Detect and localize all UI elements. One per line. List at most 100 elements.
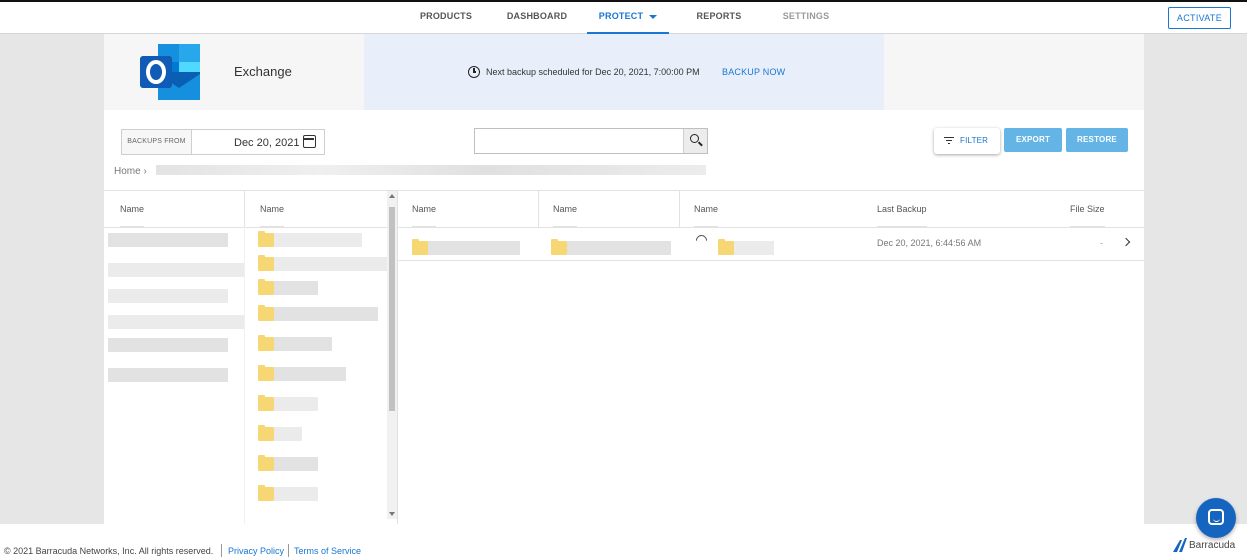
chat-support-button[interactable] bbox=[1196, 498, 1236, 538]
scroll-down-arrow-icon[interactable] bbox=[389, 512, 395, 516]
scroll-thumb[interactable] bbox=[389, 207, 395, 411]
list-item[interactable] bbox=[428, 241, 520, 255]
barracuda-mark-icon bbox=[1173, 538, 1187, 552]
column-header-last-backup[interactable]: Last Backup bbox=[877, 191, 927, 227]
scroll-up-arrow-icon[interactable] bbox=[389, 194, 395, 198]
column-divider bbox=[538, 191, 539, 227]
list-item[interactable] bbox=[108, 368, 228, 382]
app-name: Exchange bbox=[234, 64, 292, 79]
file-browser: Name Name Name Name Name Last Backup Fil… bbox=[104, 190, 1144, 525]
filter-label: FILTER bbox=[960, 136, 989, 145]
nav-settings[interactable]: SETTINGS bbox=[770, 2, 842, 34]
nav-settings-label: SETTINGS bbox=[782, 11, 830, 21]
barracuda-logo: Barracuda bbox=[1173, 538, 1247, 554]
folder-icon bbox=[258, 335, 274, 351]
app-header: Exchange Next backup scheduled for Dec 2… bbox=[104, 34, 1144, 110]
folder-icon bbox=[718, 239, 734, 255]
header-divider bbox=[104, 227, 1144, 228]
activate-button[interactable]: ACTIVATE bbox=[1167, 7, 1231, 29]
search-input[interactable] bbox=[474, 128, 708, 154]
search-button[interactable] bbox=[683, 129, 707, 153]
restore-button[interactable]: RESTORE bbox=[1066, 128, 1128, 152]
backups-from-date-picker[interactable]: BACKUPS FROM Dec 20, 2021 bbox=[121, 129, 325, 155]
folder-icon bbox=[412, 239, 428, 255]
backups-from-label: BACKUPS FROM bbox=[122, 130, 192, 154]
file-size-value: - bbox=[1100, 238, 1103, 248]
backup-schedule-text: Next backup scheduled for Dec 20, 2021, … bbox=[486, 67, 700, 77]
folder-icon bbox=[258, 305, 274, 321]
list-item[interactable] bbox=[274, 487, 318, 501]
footer-divider bbox=[221, 544, 222, 557]
column-divider bbox=[244, 227, 245, 525]
scrollbar[interactable] bbox=[387, 191, 397, 519]
list-item[interactable] bbox=[274, 307, 378, 321]
brand-name: Barracuda bbox=[1189, 540, 1236, 551]
folder-icon bbox=[551, 239, 567, 255]
column-header-name-5[interactable]: Name bbox=[694, 191, 719, 227]
folder-icon bbox=[258, 395, 274, 411]
backup-now-link[interactable]: BACKUP NOW bbox=[722, 67, 785, 77]
breadcrumb-home[interactable]: Home bbox=[114, 166, 141, 177]
list-item[interactable] bbox=[734, 241, 774, 255]
footer: © 2021 Barracuda Networks, Inc. All righ… bbox=[0, 524, 1247, 560]
list-item[interactable] bbox=[274, 397, 318, 411]
nav-products-label: PRODUCTS bbox=[419, 11, 473, 21]
column-header-name-1[interactable]: Name bbox=[120, 191, 145, 227]
last-backup-value: Dec 20, 2021, 6:44:56 AM bbox=[877, 238, 982, 248]
list-item[interactable] bbox=[108, 315, 244, 329]
top-navigation-bar: PRODUCTS DASHBOARD PROTECT REPORTS SETTI… bbox=[0, 0, 1247, 34]
column-header-name-4[interactable]: Name bbox=[553, 191, 578, 227]
footer-divider bbox=[288, 544, 289, 557]
list-item[interactable] bbox=[274, 257, 394, 271]
nav-reports-label: REPORTS bbox=[696, 11, 742, 21]
folder-icon bbox=[258, 485, 274, 501]
list-item[interactable] bbox=[274, 367, 346, 381]
list-item[interactable] bbox=[274, 337, 332, 351]
nav-reports[interactable]: REPORTS bbox=[684, 2, 754, 34]
list-item[interactable] bbox=[108, 338, 228, 352]
column-header-file-size[interactable]: File Size bbox=[1070, 191, 1105, 227]
filter-button[interactable]: FILTER bbox=[934, 128, 1000, 154]
list-item[interactable] bbox=[274, 233, 362, 247]
loading-spinner-icon bbox=[693, 232, 710, 249]
nav-protect-label: PROTECT bbox=[598, 11, 644, 21]
privacy-policy-link[interactable]: Privacy Policy bbox=[228, 546, 284, 556]
list-item[interactable] bbox=[108, 233, 228, 247]
list-item[interactable] bbox=[567, 241, 671, 255]
caret-down-icon bbox=[649, 14, 658, 19]
clock-icon bbox=[468, 66, 480, 78]
list-item[interactable] bbox=[274, 281, 318, 295]
folder-icon bbox=[258, 255, 274, 271]
list-item[interactable] bbox=[274, 457, 318, 471]
list-item[interactable] bbox=[274, 427, 302, 441]
column-header-name-2[interactable]: Name bbox=[260, 191, 285, 227]
calendar-icon[interactable] bbox=[303, 135, 316, 148]
column-divider bbox=[679, 191, 680, 227]
export-button[interactable]: EXPORT bbox=[1004, 128, 1062, 152]
copyright-text: © 2021 Barracuda Networks, Inc. All righ… bbox=[4, 546, 214, 556]
chat-icon bbox=[1208, 509, 1224, 525]
filter-icon bbox=[944, 137, 954, 145]
column-header-name-3[interactable]: Name bbox=[412, 191, 437, 227]
list-item[interactable] bbox=[108, 263, 244, 277]
chevron-right-icon[interactable] bbox=[1121, 237, 1131, 247]
nav-dashboard-label: DASHBOARD bbox=[506, 11, 568, 21]
folder-icon bbox=[258, 425, 274, 441]
list-item[interactable] bbox=[108, 289, 228, 303]
nav-products[interactable]: PRODUCTS bbox=[408, 2, 484, 34]
column-divider bbox=[244, 191, 245, 227]
nav-dashboard[interactable]: DASHBOARD bbox=[498, 2, 576, 34]
date-value[interactable]: Dec 20, 2021 bbox=[234, 137, 299, 149]
folder-icon bbox=[258, 231, 274, 247]
nav-protect[interactable]: PROTECT bbox=[587, 2, 669, 34]
breadcrumb: Home › bbox=[114, 166, 147, 177]
breadcrumb-separator: › bbox=[143, 166, 147, 177]
outlook-icon bbox=[140, 44, 200, 100]
folder-icon bbox=[258, 279, 274, 295]
folder-icon bbox=[258, 365, 274, 381]
folder-icon bbox=[258, 455, 274, 471]
search-icon bbox=[690, 134, 699, 143]
backup-schedule-banner: Next backup scheduled for Dec 20, 2021, … bbox=[364, 34, 884, 110]
terms-of-service-link[interactable]: Terms of Service bbox=[294, 546, 361, 556]
column-divider bbox=[397, 191, 398, 525]
